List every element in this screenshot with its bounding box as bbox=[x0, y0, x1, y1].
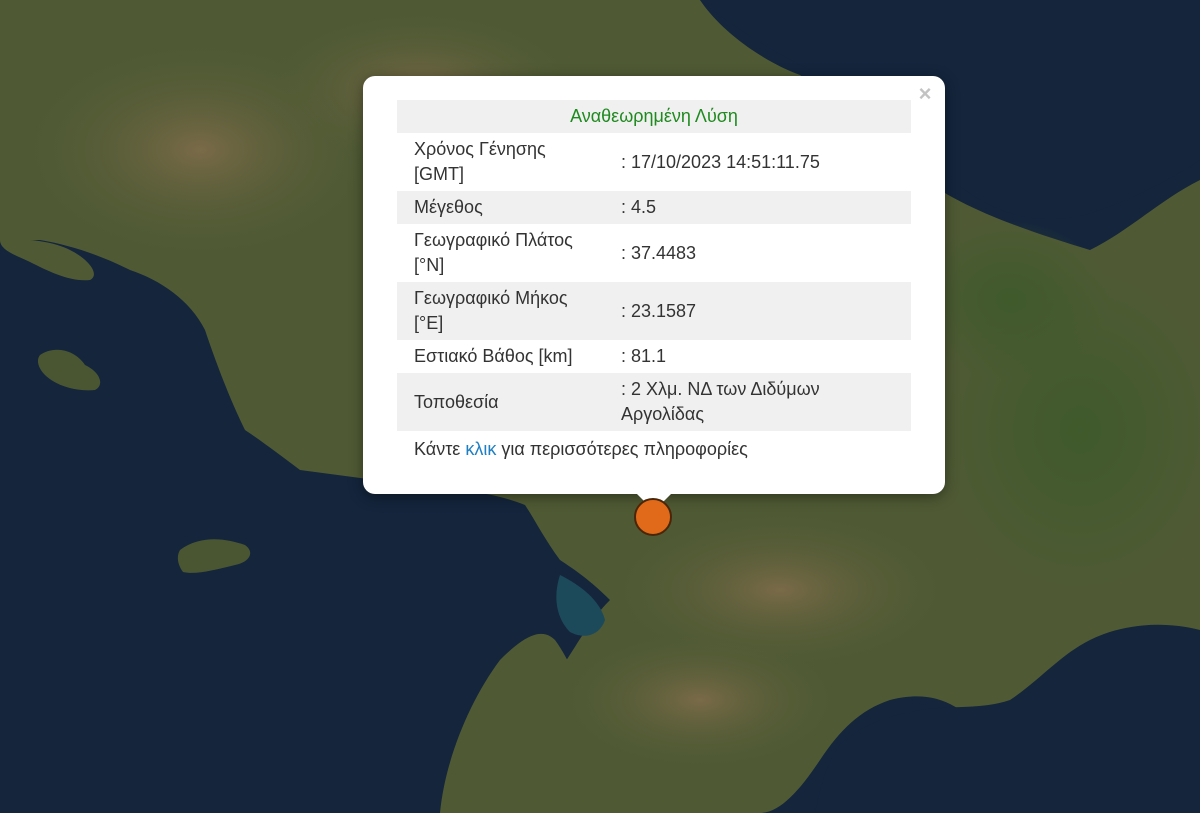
location-label: Τοποθεσία bbox=[397, 373, 617, 431]
more-info-suffix: για περισσότερες πληροφορίες bbox=[496, 439, 748, 459]
table-row-origin-time: Χρόνος Γένησης [GMT] : 17/10/2023 14:51:… bbox=[397, 133, 911, 191]
earthquake-info-popup: × Αναθεωρημένη Λύση Χρόνος Γένησης [GMT]… bbox=[363, 76, 945, 494]
solution-status: Αναθεωρημένη Λύση bbox=[397, 100, 911, 133]
table-row-footer: Κάντε κλικ για περισσότερες πληροφορίες bbox=[397, 431, 911, 466]
table-row-magnitude: Μέγεθος : 4.5 bbox=[397, 191, 911, 224]
table-row-longitude: Γεωγραφικό Μήκος [°E] : 23.1587 bbox=[397, 282, 911, 340]
earthquake-marker[interactable] bbox=[634, 498, 672, 536]
table-row-header: Αναθεωρημένη Λύση bbox=[397, 100, 911, 133]
depth-label: Εστιακό Βάθος [km] bbox=[414, 346, 573, 366]
latitude-label: Γεωγραφικό Πλάτος [°N] bbox=[414, 230, 573, 275]
magnitude-label: Μέγεθος bbox=[397, 191, 617, 224]
table-row-location: Τοποθεσία : 2 Χλμ. ΝΔ των Διδύμων Αργολί… bbox=[397, 373, 911, 431]
table-row-depth: Εστιακό Βάθος [km] : 81.1 bbox=[397, 340, 911, 373]
origin-time-label: Χρόνος Γένησης [GMT] bbox=[414, 139, 546, 184]
magnitude-value: : 4.5 bbox=[617, 191, 911, 224]
depth-value: : 81.1 bbox=[621, 346, 667, 366]
more-info-link[interactable]: κλικ bbox=[465, 439, 496, 459]
table-row-latitude: Γεωγραφικό Πλάτος [°N] : 37.4483 bbox=[397, 224, 911, 282]
origin-time-value: : 17/10/2023 14:51:11.75 bbox=[621, 151, 820, 172]
more-info-prefix: Κάντε bbox=[414, 439, 466, 459]
longitude-value: : 23.1587 bbox=[617, 282, 911, 340]
location-value: : 2 Χλμ. ΝΔ των Διδύμων Αργολίδας bbox=[617, 373, 911, 431]
earthquake-info-table: Αναθεωρημένη Λύση Χρόνος Γένησης [GMT] :… bbox=[397, 100, 911, 466]
close-icon[interactable]: × bbox=[915, 83, 935, 105]
more-info-text: Κάντε κλικ για περισσότερες πληροφορίες bbox=[397, 431, 911, 466]
latitude-value: : 37.4483 bbox=[621, 242, 697, 263]
longitude-label: Γεωγραφικό Μήκος [°E] bbox=[397, 282, 617, 340]
